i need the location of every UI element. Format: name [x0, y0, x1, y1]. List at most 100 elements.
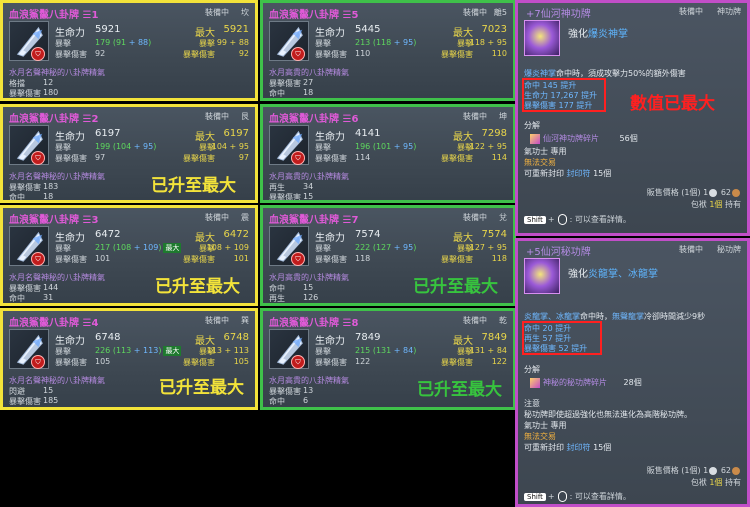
hp-max-value: 7849 [481, 332, 507, 343]
soul-shield-card-1[interactable]: 血浪鯊鬣八卦牌 ☰1 裝備中 坎 ⛉ 生命力 5921 最大 5921 暴擊 1… [0, 0, 258, 101]
shard-icon [530, 133, 540, 144]
equipped-label: 裝備中 [463, 112, 487, 121]
crit-value: 199 (104 + 95) [95, 142, 157, 151]
material-line: 仙河神功牌碎片 56個 [530, 133, 638, 144]
crit-base: 127 [375, 243, 392, 252]
card-title-text: 血浪鯊鬣八卦牌 [9, 114, 79, 125]
card-title: 血浪鯊鬣八卦牌 ☰3 [9, 215, 99, 226]
card-title-text: 血浪鯊鬣八卦牌 [9, 215, 79, 226]
card-description: 水月名聲神秘的八卦牌精氣 [9, 172, 105, 181]
soul-shield-card-2[interactable]: 血浪鯊鬣八卦牌 ☰2 裝備中 艮 ⛉ 生命力 6197 最大 6197 暴擊 1… [0, 104, 258, 203]
reseal-text: 可重新封印 [524, 443, 564, 452]
crit-total: 196 [355, 142, 371, 151]
price-qty: 1個 [684, 466, 698, 475]
soul-shield-card-6[interactable]: 血浪鯊鬣八卦牌 ☰6 裝備中 坤 ⛉ 生命力 4141 最大 7298 暴擊 1… [260, 104, 516, 203]
critdmg-label: 暴擊傷害 [55, 358, 87, 367]
bottom-stat-value: 15 [303, 283, 314, 292]
soul-shield-card-4[interactable]: 血浪鯊鬣八卦牌 ☰4 裝備中 巽 ⛉ 生命力 6748 最大 6748 暴擊 2… [0, 308, 258, 410]
crit-value: 213 (118 + 95) [355, 38, 417, 47]
card-title-text: 血浪鯊鬣八卦牌 [9, 318, 79, 329]
bottom-stat-value: 6 [303, 396, 309, 405]
max-chip: 最大 [163, 243, 182, 253]
max-crit-value: 127 + 95 [469, 243, 507, 252]
critdmg-label: 暴擊傷害 [55, 50, 87, 59]
untradeable-line: 無法交易 [524, 158, 556, 167]
card-header: 血浪鯊鬣八卦牌 ☰2 裝備中 艮 [7, 110, 251, 125]
max-label: 最大 [195, 233, 215, 244]
reseal-count: 15個 [593, 443, 612, 452]
card-header: 血浪鯊鬣八卦牌 ☰6 裝備中 坤 [267, 110, 509, 125]
hp-label: 生命力 [55, 233, 85, 244]
hp-label: 生命力 [55, 28, 85, 39]
crit-max-bonus: 109 [233, 243, 249, 252]
crit-max-bonus: 95 [238, 142, 249, 151]
slot-number: 7 [351, 215, 359, 226]
crit-bonus: 84 [403, 346, 414, 355]
bottom-stat-label: 命中 [9, 294, 25, 303]
mouse-icon [557, 214, 567, 225]
annotation-text: 已升至最大 [155, 277, 240, 297]
soul-shield-card-7[interactable]: 血浪鯊鬣八卦牌 ☰7 裝備中 兌 ⛉ 生命力 7574 最大 7574 暴擊 2… [260, 205, 516, 306]
name-prefix: 強化 [568, 269, 588, 280]
bottom-stat-label: 命中 [9, 193, 25, 202]
crit-max-bonus: 95 [496, 243, 507, 252]
note-label: 注意 [524, 399, 540, 408]
hp-value: 5445 [355, 24, 381, 35]
bottom-stat-value: 18 [43, 192, 54, 201]
crit-label: 暴擊 [55, 244, 71, 253]
card-header: 血浪鯊鬣八卦牌 ☰7 裝備中 兌 [267, 211, 509, 226]
reseal-link[interactable]: 封印符 [567, 169, 591, 178]
hp-max-value: 6197 [223, 128, 249, 139]
hp-value: 5921 [95, 24, 121, 35]
hp-max-value: 6748 [223, 332, 249, 343]
tooltip-title: +5仙河秘功牌 [526, 247, 591, 258]
hp-label: 生命力 [315, 132, 345, 143]
material-name[interactable]: 仙河神功牌碎片 [543, 134, 599, 143]
crit-total: 213 [355, 38, 371, 47]
hp-max-value: 7023 [481, 24, 507, 35]
material-line: 神秘的秘功牌碎片 28個 [530, 377, 642, 388]
soul-shield-card-8[interactable]: 血浪鯊鬣八卦牌 ☰8 裝備中 乾 ⛉ 生命力 7849 最大 7849 暴擊 2… [260, 308, 516, 410]
crit-value: 217 (108 + 109) 最大 [95, 243, 182, 253]
max-critdmg-label: 暴擊傷害 [441, 50, 473, 59]
crit-label: 暴擊 [315, 143, 331, 152]
card-title: 血浪鯊鬣八卦牌 ☰8 [269, 318, 359, 329]
price-label: 販售價格 [646, 188, 679, 197]
lock-icon: ⛉ [31, 47, 45, 61]
lock-icon: ⛉ [291, 252, 305, 266]
crit-bonus: 95 [403, 142, 414, 151]
highlight-box [522, 78, 606, 112]
hp-label: 生命力 [315, 28, 345, 39]
annotation-text: 數值已最大 [630, 94, 715, 114]
critdmg-label: 暴擊傷害 [315, 50, 347, 59]
hp-value: 4141 [355, 128, 381, 139]
critdmg-label: 暴擊傷害 [315, 154, 347, 163]
hint-text: 可以查看詳情。 [574, 492, 631, 501]
crit-max-bonus: 84 [496, 346, 507, 355]
crit-bonus: 109 [143, 243, 159, 252]
tooltip-top: +7仙河神功牌 裝備中 神功牌 強化爆炎神掌 爆炎神掌命中時，須成攻擊力50%的… [515, 0, 750, 236]
annotation-text: 已升至最大 [159, 378, 244, 398]
material-name[interactable]: 神秘的秘功牌碎片 [543, 378, 607, 387]
critdmg-label: 暴擊傷害 [55, 154, 87, 163]
bag-qty: 1個 [709, 478, 723, 487]
reseal-line: 可重新封印 封印符 15個 [524, 442, 611, 453]
hp-label: 生命力 [315, 233, 345, 244]
soul-shield-card-3[interactable]: 血浪鯊鬣八卦牌 ☰3 裝備中 震 ⛉ 生命力 6472 最大 6472 暴擊 2… [0, 205, 258, 306]
crit-total: 199 [95, 142, 111, 151]
critdmg-value: 97 [95, 153, 106, 162]
crit-base: 118 [375, 38, 392, 47]
hp-max-value: 7298 [481, 128, 507, 139]
reseal-link[interactable]: 封印符 [567, 443, 591, 452]
card-description: 水月高貴的八卦牌精氣 [269, 68, 349, 77]
critdmg-label: 暴擊傷害 [55, 255, 87, 264]
card-title: 血浪鯊鬣八卦牌 ☰7 [269, 215, 359, 226]
soul-shield-card-5[interactable]: 血浪鯊鬣八卦牌 ☰5 裝備中 離5 ⛉ 生命力 5445 最大 7023 暴擊 … [260, 0, 516, 101]
material-count: 28個 [623, 378, 642, 387]
hp-value: 7574 [355, 229, 381, 240]
effect-skill-2: 無聲龍掌 [612, 312, 644, 321]
card-description: 水月高貴的八卦牌精氣 [269, 172, 349, 181]
max-critdmg-label: 暴擊傷害 [183, 358, 215, 367]
slot-number: 6 [351, 114, 359, 125]
critdmg-label: 暴擊傷害 [315, 255, 347, 264]
